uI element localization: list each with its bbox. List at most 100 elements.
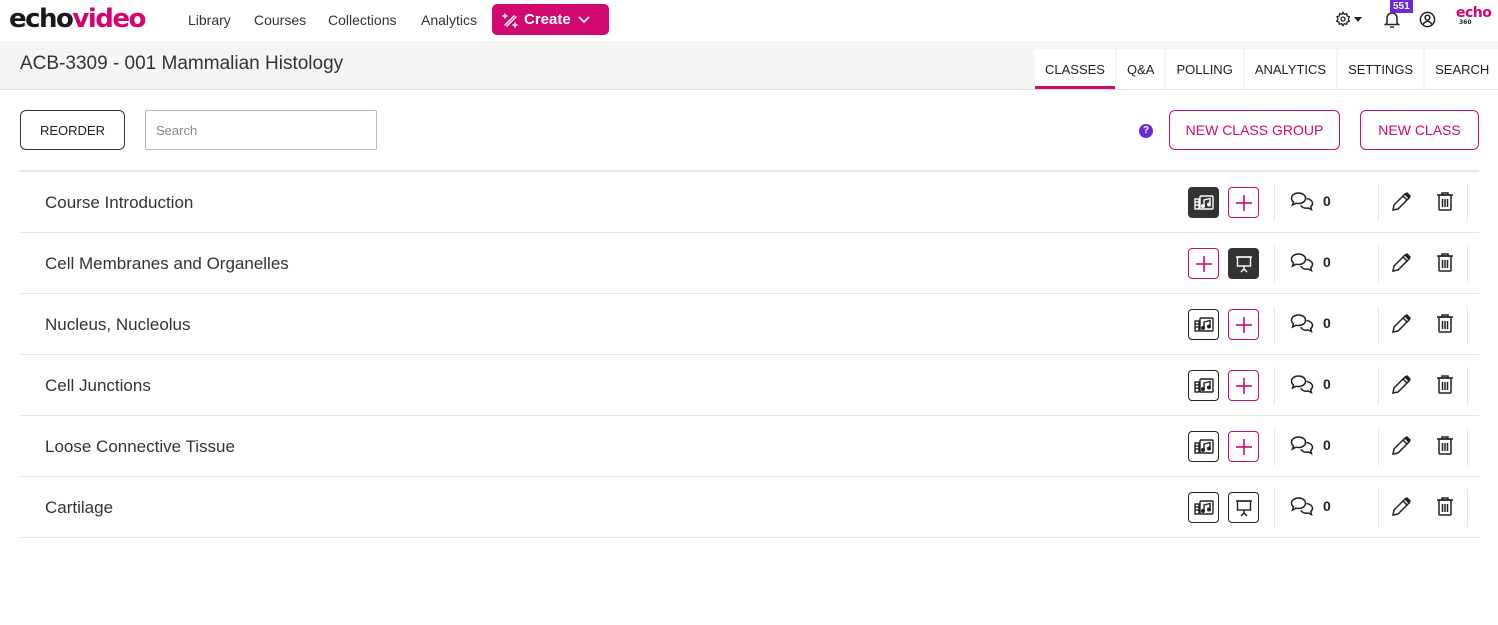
divider — [1274, 306, 1275, 344]
edit-button[interactable] — [1390, 374, 1412, 401]
comments-icon — [1290, 497, 1314, 516]
delete-button[interactable] — [1436, 313, 1454, 338]
divider — [1467, 245, 1468, 283]
tab-analytics[interactable]: ANALYTICS — [1244, 49, 1337, 89]
tab-classes[interactable]: CLASSES — [1035, 49, 1115, 89]
delete-button[interactable] — [1436, 496, 1454, 521]
comments-icon — [1290, 436, 1314, 455]
create-label: Create — [524, 11, 571, 28]
notification-badge: 551 — [1390, 0, 1413, 13]
comments-button[interactable]: 0 — [1290, 496, 1331, 516]
divider — [1378, 367, 1379, 405]
edit-button[interactable] — [1390, 496, 1412, 523]
divider — [1274, 428, 1275, 466]
divider — [1274, 184, 1275, 222]
class-name[interactable]: Course Introduction — [45, 193, 193, 213]
comments-button[interactable]: 0 — [1290, 374, 1331, 394]
media-button[interactable] — [1188, 431, 1219, 462]
media-button[interactable] — [1188, 492, 1219, 523]
comments-icon — [1290, 192, 1314, 211]
media-library-icon — [1193, 377, 1214, 393]
comment-count: 0 — [1323, 376, 1331, 392]
reorder-button[interactable]: REORDER — [20, 110, 125, 150]
delete-button[interactable] — [1436, 252, 1454, 277]
presentation-icon — [1235, 255, 1252, 272]
media-button[interactable] — [1188, 187, 1219, 218]
edit-button[interactable] — [1390, 313, 1412, 340]
divider — [1467, 306, 1468, 344]
delete-button[interactable] — [1436, 374, 1454, 399]
add-media-button[interactable] — [1228, 309, 1259, 340]
divider — [1467, 428, 1468, 466]
divider — [1467, 367, 1468, 405]
media-button[interactable] — [1188, 309, 1219, 340]
comments-button[interactable]: 0 — [1290, 313, 1331, 333]
user-circle-icon — [1419, 11, 1436, 28]
class-row: Cartilage 0 — [20, 477, 1479, 538]
class-name[interactable]: Loose Connective Tissue — [45, 437, 235, 457]
settings-menu[interactable] — [1335, 11, 1362, 27]
edit-button[interactable] — [1390, 191, 1412, 218]
divider — [1378, 184, 1379, 222]
media-library-icon — [1193, 194, 1214, 210]
pencil-icon — [1392, 314, 1411, 333]
course-header: ACB-3309 - 001 Mammalian Histology CLASS… — [0, 41, 1498, 90]
comments-button[interactable]: 0 — [1290, 191, 1331, 211]
logo-echo: echo — [9, 4, 74, 34]
nav-library[interactable]: Library — [188, 12, 231, 28]
pencil-icon — [1392, 497, 1411, 516]
pencil-icon — [1392, 253, 1411, 272]
new-class-button[interactable]: NEW CLASS — [1360, 110, 1479, 150]
delete-button[interactable] — [1436, 435, 1454, 460]
trash-icon — [1437, 497, 1453, 516]
media-button[interactable] — [1188, 370, 1219, 401]
tab-search[interactable]: SEARCH — [1425, 49, 1498, 89]
page-title: ACB-3309 - 001 Mammalian Histology — [20, 53, 344, 74]
new-class-group-button[interactable]: NEW CLASS GROUP — [1169, 110, 1340, 150]
media-library-icon — [1193, 499, 1214, 515]
tab-polling[interactable]: POLLING — [1166, 49, 1243, 89]
add-media-button[interactable] — [1188, 248, 1219, 279]
add-media-button[interactable] — [1228, 187, 1259, 218]
nav-courses[interactable]: Courses — [254, 12, 306, 28]
add-media-button[interactable] — [1228, 431, 1259, 462]
class-name[interactable]: Nucleus, Nucleolus — [45, 315, 191, 335]
comment-count: 0 — [1323, 254, 1331, 270]
edit-button[interactable] — [1390, 435, 1412, 462]
class-list: Course Introduction 0 Cell Membranes and… — [20, 170, 1479, 538]
nav-analytics[interactable]: Analytics — [421, 12, 477, 28]
edit-button[interactable] — [1390, 252, 1412, 279]
chevron-down-icon — [578, 15, 590, 23]
class-name[interactable]: Cartilage — [45, 498, 113, 518]
trash-icon — [1437, 375, 1453, 394]
comments-button[interactable]: 0 — [1290, 435, 1331, 455]
comment-count: 0 — [1323, 437, 1331, 453]
plus-icon — [1195, 255, 1212, 272]
media-library-icon — [1193, 316, 1214, 332]
presentation-button[interactable] — [1228, 492, 1259, 523]
help-icon[interactable]: ? — [1139, 124, 1153, 138]
class-row: Nucleus, Nucleolus 0 — [20, 294, 1479, 355]
notifications-button[interactable] — [1383, 10, 1401, 33]
gear-icon — [1335, 11, 1351, 27]
profile-button[interactable] — [1419, 11, 1436, 33]
tab-settings[interactable]: SETTINGS — [1338, 49, 1424, 89]
echo360-logo[interactable]: echo 360 — [1456, 6, 1492, 26]
divider — [1378, 428, 1379, 466]
class-row: Cell Junctions 0 — [20, 355, 1479, 416]
echovideo-logo[interactable]: echovideo — [9, 3, 146, 35]
comment-count: 0 — [1323, 315, 1331, 331]
class-row: Loose Connective Tissue 0 — [20, 416, 1479, 477]
plus-icon — [1235, 438, 1252, 455]
delete-button[interactable] — [1436, 191, 1454, 216]
comments-button[interactable]: 0 — [1290, 252, 1331, 272]
add-media-button[interactable] — [1228, 370, 1259, 401]
class-name[interactable]: Cell Membranes and Organelles — [45, 254, 289, 274]
search-input[interactable] — [145, 110, 377, 150]
nav-collections[interactable]: Collections — [328, 12, 396, 28]
tab-qa[interactable]: Q&A — [1116, 49, 1165, 89]
create-button[interactable]: Create — [492, 4, 609, 35]
presentation-button[interactable] — [1228, 248, 1259, 279]
divider — [1467, 489, 1468, 527]
class-name[interactable]: Cell Junctions — [45, 376, 151, 396]
